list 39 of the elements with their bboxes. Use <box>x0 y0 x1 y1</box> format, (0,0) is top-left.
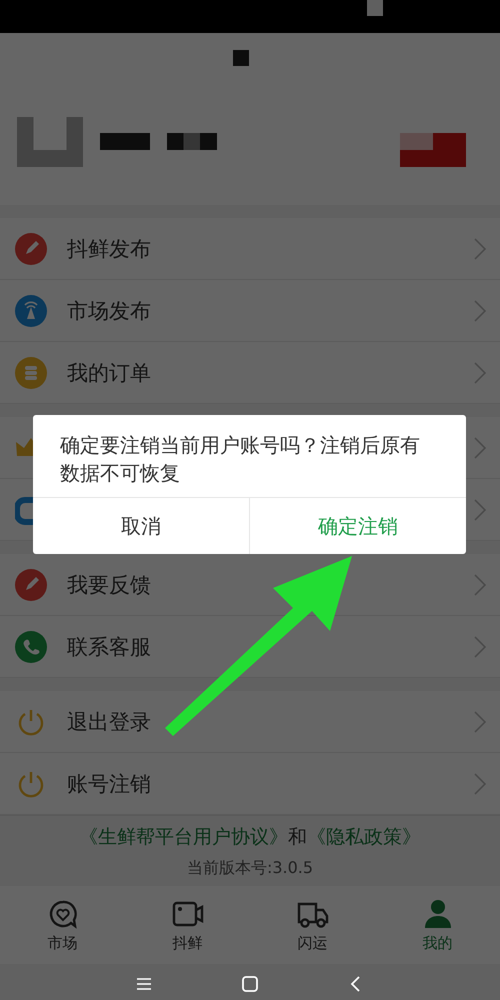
tab[interactable]: 市场 <box>0 886 125 964</box>
chevron-icon <box>474 710 486 732</box>
cancel-button[interactable]: 取消 <box>33 498 249 554</box>
home-square-icon[interactable] <box>241 975 259 993</box>
menu-item-label[interactable]: 我的订单 <box>67 358 151 386</box>
dialog-message: 确定要注销当前用户账号吗？注销后原有数据不可恢复 <box>59 432 421 487</box>
menu-item-label[interactable]: 联系客服 <box>67 632 151 660</box>
coin-stack-icon <box>15 356 47 388</box>
redacted-block <box>100 133 150 150</box>
confirm-button[interactable]: 确定注销 <box>249 498 466 554</box>
chevron-icon <box>474 636 486 658</box>
menu-item-label[interactable]: 账号注销 <box>67 770 151 798</box>
menu-item-label[interactable]: 市场发布 <box>67 296 151 324</box>
privacy-link[interactable]: 《隐私政策》 <box>307 826 421 848</box>
agreement-text: 《生鲜帮平台用户协议》和《隐私政策》 <box>79 824 421 850</box>
chevron-icon <box>474 436 486 458</box>
menu-icon[interactable] <box>135 975 153 993</box>
redacted-block <box>233 50 249 66</box>
redacted-block <box>167 133 217 150</box>
signal-tower-icon <box>15 294 47 326</box>
chevron-icon <box>474 238 486 260</box>
pencil-icon <box>15 232 47 264</box>
tab[interactable]: 闪运 <box>250 886 375 964</box>
chevron-icon <box>474 362 486 384</box>
tab[interactable]: 我的 <box>375 886 500 964</box>
chevron-icon <box>474 300 486 322</box>
chevron-icon <box>474 574 486 596</box>
redacted-block <box>367 0 383 16</box>
phone-icon <box>15 630 47 662</box>
chevron-icon <box>474 772 486 794</box>
tab[interactable]: 抖鲜 <box>125 886 250 964</box>
pencil-icon <box>15 568 47 600</box>
pixelated-avatar <box>17 117 83 167</box>
menu-item-label[interactable]: 我要反馈 <box>67 570 151 598</box>
menu-item-label[interactable]: 抖鲜发布 <box>67 234 151 262</box>
agreement-link[interactable]: 《生鲜帮平台用户协议》 <box>79 826 288 848</box>
menu-item-label[interactable]: 退出登录 <box>67 708 151 736</box>
chevron-icon <box>474 498 486 520</box>
version-label: 当前版本号:3.0.5 <box>186 858 314 878</box>
